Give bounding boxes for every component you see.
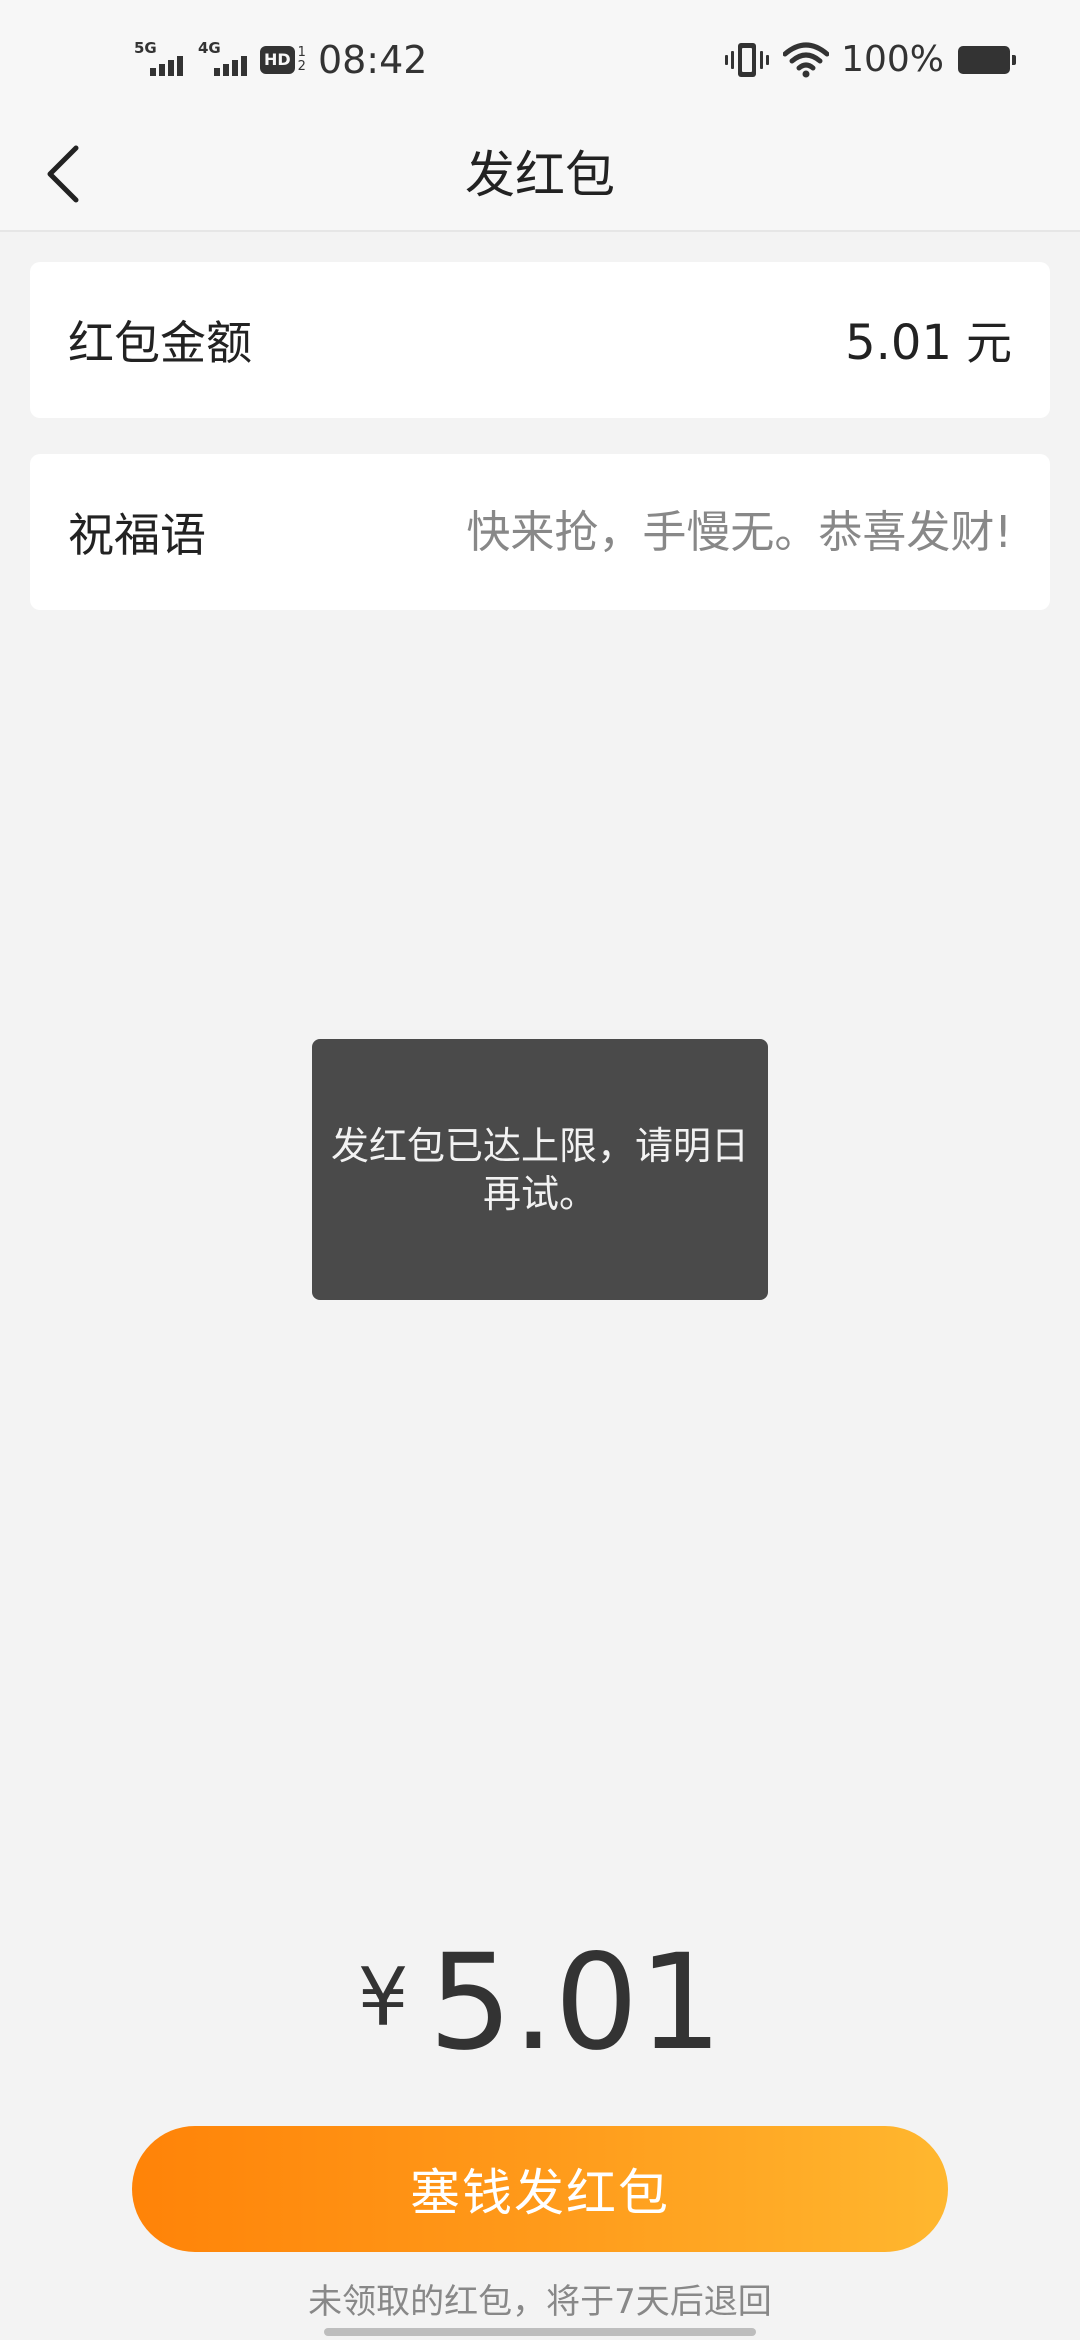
vibrate-icon [725,43,770,77]
amount-card[interactable]: 红包金额 5.01 元 [30,262,1050,418]
status-bar-right: 100% [725,34,1016,86]
refund-note: 未领取的红包，将于7天后退回 [308,2282,772,2322]
greeting-card: 祝福语 [30,454,1050,610]
amount-unit: 元 [966,316,1012,370]
wifi-icon [783,42,830,78]
amount-value[interactable]: 5.01 元 [845,307,1012,373]
greeting-input[interactable] [352,506,1012,558]
total-value: 5.01 [428,1926,723,2080]
total-amount: ¥ 5.01 [0,1926,1080,2080]
signal-bars [150,56,183,76]
battery-icon [958,46,1016,74]
battery-percent: 100% [841,39,944,80]
nav-bar: 发红包 [0,120,1080,232]
send-red-packet-button[interactable]: 塞钱发红包 [132,2126,948,2252]
toast-message: 发红包已达上限，请明日再试。 [330,1123,749,1216]
hd-sim-indicator: 1 2 [298,46,306,74]
status-bar: 5G 4G HD 1 2 08:42 100% [0,0,1080,120]
signal-4g-icon: 4G [196,38,254,82]
signal-bars [214,56,247,76]
amount-label: 红包金额 [68,316,252,370]
limit-toast: 发红包已达上限，请明日再试。 [312,1039,768,1300]
hd-voice-icon: HD 1 2 [260,46,306,74]
amount-number: 5.01 [845,315,952,371]
home-indicator[interactable] [324,2328,756,2336]
currency-symbol: ¥ [357,1951,409,2044]
page-title: 发红包 [465,146,615,204]
sim2-network-label: 4G [198,39,221,57]
status-bar-left: 5G 4G HD 1 2 08:42 [132,34,427,86]
sim1-network-label: 5G [134,39,157,57]
hd-label: HD [260,46,295,74]
signal-5g-icon: 5G [132,38,190,82]
hd-sim-bottom: 2 [297,59,306,74]
greeting-label: 祝福语 [68,508,206,562]
hd-sim-top: 1 [297,45,306,60]
status-time: 08:42 [317,38,428,82]
